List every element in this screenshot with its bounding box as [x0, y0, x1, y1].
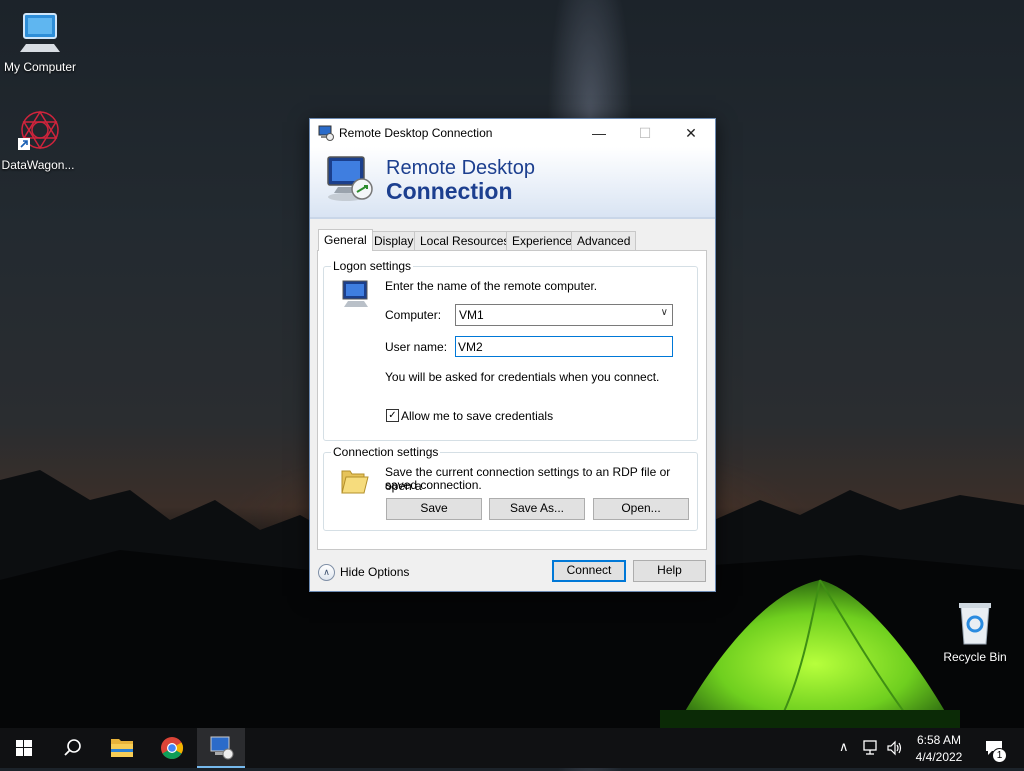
- chevron-down-icon[interactable]: ∨: [661, 307, 668, 318]
- computer-value: VM1: [459, 308, 484, 322]
- banner-title-line2: Connection: [386, 178, 513, 204]
- notification-count-badge: 1: [992, 748, 1007, 763]
- allow-save-credentials-checkbox[interactable]: ✓: [386, 409, 399, 422]
- desktop-icon-my-computer[interactable]: My Computer: [0, 10, 80, 74]
- network-icon[interactable]: [862, 740, 880, 756]
- window-title: Remote Desktop Connection: [339, 126, 493, 140]
- connection-description-line2: saved connection.: [385, 478, 482, 492]
- chrome-icon: [161, 737, 183, 759]
- save-as-button[interactable]: Save As...: [489, 498, 585, 520]
- maximize-button[interactable]: ☐: [622, 119, 668, 147]
- help-button[interactable]: Help: [633, 560, 706, 582]
- taskbar: ∧ 6:58 AM 4/4/2022 1: [0, 728, 1024, 768]
- desktop-icon-datawagon[interactable]: DataWagon...: [0, 108, 78, 172]
- logon-settings-legend: Logon settings: [331, 259, 414, 273]
- desktop-icon-label: DataWagon...: [1, 158, 75, 172]
- search-button[interactable]: [48, 728, 96, 768]
- allow-save-credentials-label[interactable]: Allow me to save credentials: [401, 409, 553, 423]
- banner-title-line1: Remote Desktop: [386, 157, 535, 179]
- logon-instruction: Enter the name of the remote computer.: [385, 279, 598, 293]
- username-label: User name:: [385, 340, 448, 354]
- open-button[interactable]: Open...: [593, 498, 689, 520]
- remote-desktop-window: Remote Desktop Connection — ☐ ✕ Remote D…: [309, 118, 716, 592]
- computer-combobox[interactable]: VM1 ∨: [455, 304, 673, 326]
- computer-label: Computer:: [385, 308, 442, 322]
- search-icon: [64, 739, 81, 756]
- desktop-icon-label: Recycle Bin: [943, 650, 1007, 664]
- remote-desktop-icon: [210, 736, 234, 760]
- general-tab-panel: Logon settings Enter the name of the rem…: [317, 250, 707, 550]
- save-button[interactable]: Save: [386, 498, 482, 520]
- credentials-note: You will be asked for credentials when y…: [385, 370, 660, 384]
- connection-settings-legend: Connection settings: [331, 445, 441, 459]
- clock[interactable]: 6:58 AM 4/4/2022: [908, 731, 970, 765]
- computer-icon: [16, 10, 64, 58]
- connection-settings-group: Connection settings Save the current con…: [323, 445, 698, 531]
- volume-icon[interactable]: [886, 740, 904, 756]
- recycle-bin-icon: [951, 600, 999, 648]
- computer-icon: [340, 279, 372, 311]
- close-button[interactable]: ✕: [668, 119, 714, 147]
- file-explorer-button[interactable]: [98, 728, 146, 768]
- desktop-icon-label: My Computer: [3, 60, 77, 74]
- show-hidden-icons-chevron-icon[interactable]: ∧: [839, 739, 849, 755]
- logon-settings-group: Logon settings Enter the name of the rem…: [323, 259, 698, 441]
- folder-icon: [338, 465, 370, 497]
- chrome-button[interactable]: [148, 728, 196, 768]
- remote-desktop-taskbar-button[interactable]: [197, 728, 245, 768]
- clock-date: 4/4/2022: [915, 750, 963, 764]
- action-center-button[interactable]: 1: [978, 728, 1024, 768]
- minimize-button[interactable]: —: [576, 119, 622, 147]
- monitor-connection-icon: [324, 155, 380, 207]
- username-input[interactable]: [455, 336, 673, 357]
- start-button[interactable]: [0, 728, 48, 768]
- file-explorer-icon: [111, 739, 133, 757]
- hide-options-link[interactable]: Hide Options: [340, 565, 409, 579]
- clock-time: 6:58 AM: [916, 733, 962, 747]
- tab-advanced[interactable]: Advanced: [571, 231, 637, 250]
- datawagon-shortcut-icon: [14, 108, 62, 156]
- tab-general[interactable]: General: [318, 229, 373, 251]
- title-bar[interactable]: Remote Desktop Connection — ☐ ✕: [310, 119, 715, 147]
- connect-button[interactable]: Connect: [552, 560, 626, 582]
- tab-experience[interactable]: Experience: [506, 231, 579, 250]
- remote-desktop-app-icon: [318, 125, 334, 141]
- header-banner: Remote Desktop Connection: [310, 147, 715, 219]
- tab-local-resources[interactable]: Local Resources: [414, 231, 516, 250]
- chevron-up-icon[interactable]: ∧: [318, 564, 335, 581]
- tab-display[interactable]: Display: [368, 231, 420, 250]
- start-icon: [16, 740, 32, 756]
- glowing-tent: [660, 579, 960, 730]
- desktop-icon-recycle-bin[interactable]: Recycle Bin: [935, 600, 1015, 664]
